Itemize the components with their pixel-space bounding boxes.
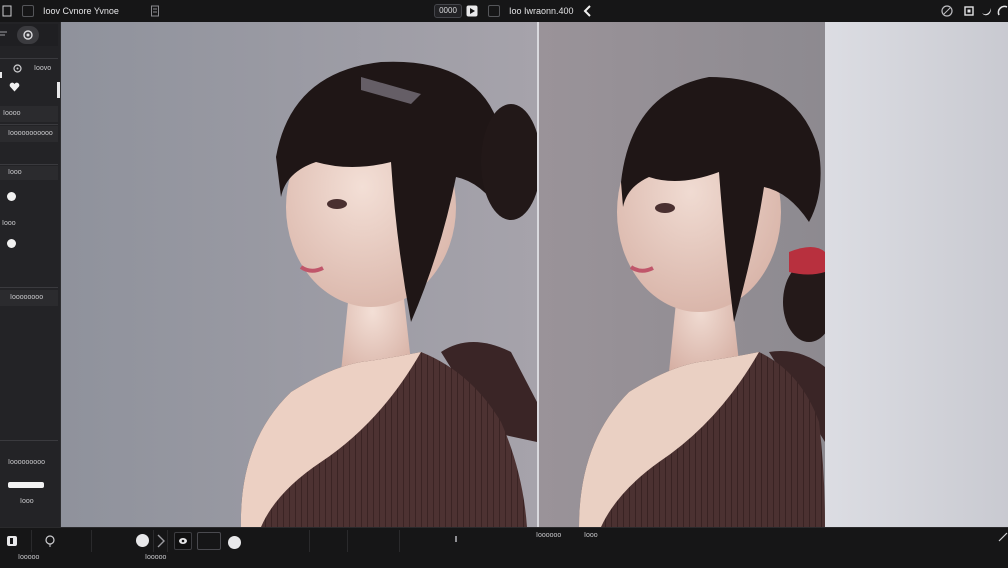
tool-cell-1[interactable] bbox=[0, 530, 32, 552]
tool-cell-3[interactable] bbox=[92, 530, 154, 552]
row-b-label: Iooooooooooo bbox=[8, 130, 53, 137]
progress-slider[interactable] bbox=[8, 482, 44, 488]
frame-toggle[interactable] bbox=[197, 532, 221, 550]
panel-value: Ioovo bbox=[34, 65, 52, 72]
status-c: Iooooo bbox=[18, 554, 40, 561]
zoom-field[interactable]: 0000 bbox=[434, 4, 462, 18]
empty-canvas-area[interactable] bbox=[825, 22, 1008, 527]
half-icon[interactable] bbox=[996, 4, 1008, 18]
row-b[interactable]: Iooooooooooo bbox=[0, 126, 58, 142]
radio-option-2[interactable] bbox=[7, 239, 16, 248]
heart-icon[interactable] bbox=[9, 82, 20, 95]
document-name: Ioo Iwraonn.400 bbox=[509, 6, 574, 16]
radio-option-1[interactable] bbox=[7, 192, 16, 201]
tool-toggle[interactable] bbox=[17, 26, 39, 44]
panel-header bbox=[0, 24, 58, 46]
tool-cell-4[interactable] bbox=[154, 530, 168, 552]
row-a-label: Ioooo bbox=[3, 110, 21, 117]
window-icon[interactable] bbox=[22, 5, 34, 17]
menu-icon[interactable] bbox=[0, 30, 8, 41]
row-e[interactable]: Ioooooooo bbox=[0, 290, 58, 306]
tool-cell-5[interactable] bbox=[250, 530, 310, 552]
status-d: Iooooo bbox=[145, 554, 167, 561]
frame-icon[interactable] bbox=[488, 5, 500, 17]
row-c[interactable]: Iooo bbox=[0, 166, 58, 180]
tool-cell-7[interactable] bbox=[348, 530, 400, 552]
active-marker bbox=[0, 72, 2, 78]
properties-panel: Ioovo Ioooo Iooooooooooo Iooo Iooo Ioooo… bbox=[0, 22, 61, 527]
bottom-toolbar: Ioooooo Iooo Iooooo Iooooo bbox=[0, 527, 1008, 568]
top-toolbar: Ioov Cvnore Yvnoe 0000 Ioo Iwraonn.400 bbox=[0, 0, 1008, 23]
play-icon[interactable] bbox=[465, 4, 479, 18]
gear-icon[interactable] bbox=[13, 64, 22, 76]
portrait-photo-right bbox=[539, 22, 825, 527]
pin-icon[interactable] bbox=[44, 535, 56, 550]
row-f-label: Iooooooooo bbox=[8, 459, 45, 466]
row-g-label: Iooo bbox=[20, 498, 34, 505]
scroll-thumb[interactable] bbox=[57, 82, 60, 98]
image-canvas[interactable] bbox=[61, 22, 1008, 527]
record-button[interactable] bbox=[228, 536, 241, 549]
back-arrow-icon[interactable] bbox=[581, 4, 595, 18]
layers-icon[interactable] bbox=[148, 4, 162, 18]
row-d-label: Iooo bbox=[2, 220, 16, 227]
tool-cell-6[interactable] bbox=[310, 530, 348, 552]
expand-icon[interactable] bbox=[998, 532, 1008, 545]
square-icon[interactable] bbox=[962, 4, 976, 18]
circle-icon[interactable] bbox=[940, 4, 954, 18]
row-a[interactable]: Ioooo bbox=[0, 106, 58, 122]
row-e-label: Ioooooooo bbox=[10, 294, 44, 301]
portrait-photo-left bbox=[61, 22, 537, 527]
status-b: Iooo bbox=[584, 532, 598, 539]
moon-icon[interactable] bbox=[979, 4, 993, 18]
app-title: Ioov Cvnore Yvnoe bbox=[43, 6, 119, 16]
status-a: Ioooooo bbox=[536, 532, 562, 539]
color-swatch[interactable] bbox=[136, 534, 149, 547]
row-c-label: Iooo bbox=[8, 169, 22, 176]
tool-cell-2[interactable] bbox=[32, 530, 92, 552]
playhead-marker[interactable] bbox=[455, 536, 457, 542]
eye-icon[interactable] bbox=[174, 532, 192, 550]
